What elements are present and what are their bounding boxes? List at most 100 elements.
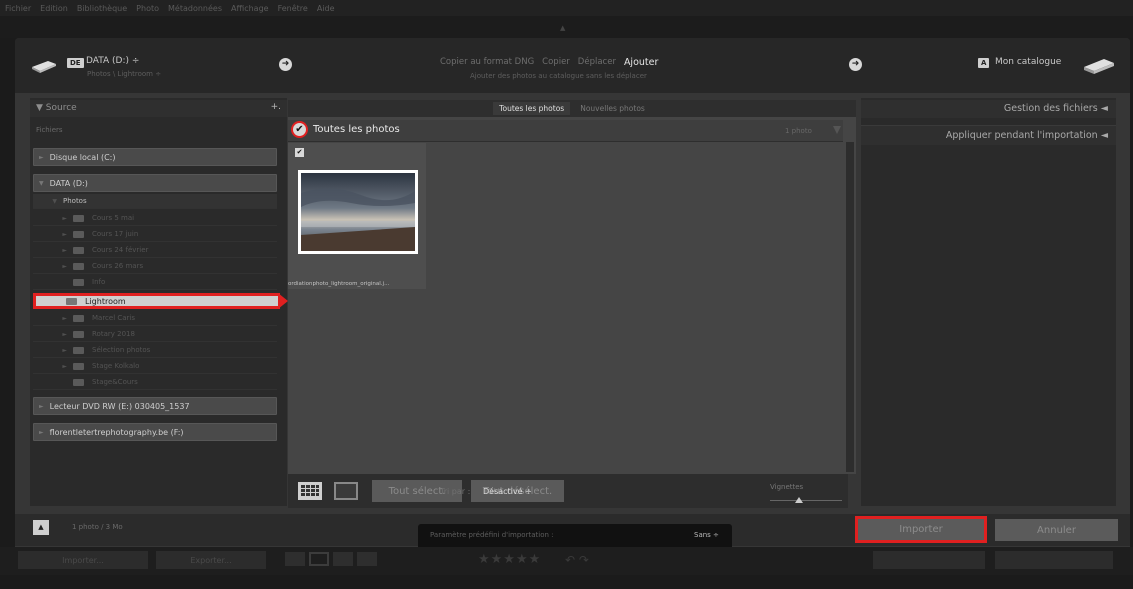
thumbnail-size-slider[interactable]	[770, 500, 842, 501]
folder-item[interactable]: Stage&Cours	[33, 375, 277, 390]
mode-add[interactable]: Ajouter	[624, 57, 658, 68]
library-export-button[interactable]: Exporter...	[156, 551, 266, 569]
menu-photo[interactable]: Photo	[136, 4, 159, 13]
folder-item[interactable]: ► Stage Kolkalo	[33, 359, 277, 374]
background-strip	[0, 16, 1133, 38]
slider-knob[interactable]	[795, 497, 803, 503]
expand-icon: ►	[39, 428, 44, 436]
files-section-label: Fichiers	[36, 126, 63, 134]
folder-label: Cours 5 mai	[92, 214, 135, 222]
arrow-right-icon: ➜	[279, 58, 292, 71]
folder-icon	[73, 230, 84, 238]
menu-aide[interactable]: Aide	[317, 4, 335, 13]
expand-icon: ►	[62, 314, 67, 322]
folder-icon	[73, 346, 84, 354]
source-path[interactable]: Photos \ Lightroom ÷	[87, 70, 161, 78]
import-button[interactable]: Importer	[855, 516, 987, 543]
folder-item[interactable]: ► Cours 24 février	[33, 243, 277, 258]
select-all-checkbox[interactable]: ✔	[291, 121, 308, 138]
import-preset-select[interactable]: Sans ÷	[694, 531, 719, 539]
apply-during-import-header[interactable]: Appliquer pendant l'importation ◄	[861, 125, 1116, 145]
survey-icon[interactable]	[357, 552, 377, 566]
mode-description: Ajouter des photos au catalogue sans les…	[470, 72, 647, 80]
collapse-group-icon[interactable]	[833, 126, 841, 134]
folder-item[interactable]: ► Sélection photos	[33, 343, 277, 358]
menu-metadonnees[interactable]: Métadonnées	[168, 4, 222, 13]
file-handling-header[interactable]: Gestion des fichiers ◄	[861, 100, 1116, 118]
grid-view-icon[interactable]	[298, 482, 322, 500]
folder-item[interactable]: ► Cours 17 juin	[33, 227, 277, 242]
menu-fenetre[interactable]: Fenêtre	[278, 4, 308, 13]
folder-label: Cours 24 février	[92, 246, 149, 254]
drive-d[interactable]: ▼ DATA (D:)	[33, 174, 277, 192]
compare-icon[interactable]	[333, 552, 353, 566]
seascape-image	[301, 173, 415, 251]
folder-item[interactable]: ► Cours 26 mars	[33, 259, 277, 274]
collapse-top-icon[interactable]: ▲	[560, 24, 565, 32]
dest-badge: A	[978, 58, 990, 68]
mode-copy[interactable]: Copier	[542, 57, 570, 68]
menu-fichier[interactable]: Fichier	[5, 4, 31, 13]
right-panel	[861, 98, 1116, 506]
photo-thumbnail[interactable]	[298, 170, 418, 254]
mode-copy-dng[interactable]: Copier au format DNG	[440, 57, 534, 68]
folder-item[interactable]: ► Cours 5 mai	[33, 211, 277, 226]
loupe-icon[interactable]	[309, 552, 329, 566]
cancel-button[interactable]: Annuler	[995, 519, 1118, 541]
photo-checkbox[interactable]: ✔	[295, 148, 304, 157]
expand-icon: ►	[62, 262, 67, 270]
file-handling-title: Gestion des fichiers ◄	[1003, 103, 1108, 114]
mode-move[interactable]: Déplacer	[578, 57, 616, 68]
menu-bibliotheque[interactable]: Bibliothèque	[77, 4, 127, 13]
menu-edition[interactable]: Edition	[40, 4, 68, 13]
add-source-icon[interactable]: +.	[271, 102, 281, 112]
loupe-view-icon[interactable]	[334, 482, 358, 500]
tab-all-photos[interactable]: Toutes les photos	[493, 102, 571, 115]
library-import-button[interactable]: Importer...	[18, 551, 148, 569]
expand-icon: ►	[62, 346, 67, 354]
drive-c[interactable]: ► Disque local (C:)	[33, 148, 277, 166]
drive-e[interactable]: ► Lecteur DVD RW (E:) 030405_1537	[33, 397, 277, 415]
folder-label: Stage&Cours	[92, 378, 138, 386]
folder-label: Rotary 2018	[92, 330, 135, 338]
sort-label: Tri par :	[440, 487, 471, 496]
filmstrip-control[interactable]	[995, 551, 1113, 569]
expand-icon: ►	[62, 214, 67, 222]
folder-item[interactable]: Info	[33, 275, 277, 290]
sort-select[interactable]: Désactivé ÷	[483, 487, 532, 496]
tab-new-photos[interactable]: Nouvelles photos	[574, 102, 651, 115]
grid-scrollbar[interactable]	[846, 142, 854, 472]
rotate-icons[interactable]: ↶ ↷	[565, 553, 589, 567]
grid-icon[interactable]	[285, 552, 305, 566]
arrow-right-icon: ➜	[849, 58, 862, 71]
source-drive-name[interactable]: DATA (D:) ÷	[86, 56, 139, 66]
source-drive-icon	[32, 61, 56, 73]
folder-lightroom-selected[interactable]: Lightroom	[33, 293, 280, 309]
lightroom-window: Fichier Edition Bibliothèque Photo Métad…	[0, 0, 1133, 589]
folder-icon	[73, 330, 84, 338]
expand-icon: ►	[62, 330, 67, 338]
drive-f[interactable]: ► florentletertrephotography.be (F:)	[33, 423, 277, 441]
folder-item[interactable]: ► Marcel Caris	[33, 311, 277, 326]
catalog-drive-icon	[1084, 59, 1114, 74]
filmstrip-control[interactable]	[873, 551, 985, 569]
source-panel-header: ▼ Source +.	[30, 100, 287, 117]
thumbnails-label: Vignettes	[770, 483, 804, 491]
folder-item[interactable]: ► Rotary 2018	[33, 327, 277, 342]
menu-affichage[interactable]: Affichage	[231, 4, 269, 13]
folder-label: Marcel Caris	[92, 314, 136, 322]
filter-tabs: Toutes les photos Nouvelles photos	[288, 100, 856, 117]
view-mode-icons	[285, 552, 393, 568]
source-badge: DE	[67, 58, 84, 68]
collapse-icon: ▼	[39, 179, 44, 187]
folder-icon	[73, 314, 84, 322]
folder-label: Stage Kolkalo	[92, 362, 140, 370]
collapse-icon: ▼	[52, 197, 57, 205]
selection-size: 1 photo / 3 Mo	[72, 523, 123, 531]
folder-icon	[66, 297, 77, 305]
folder-photos[interactable]: ▼ Photos	[33, 194, 277, 209]
rating-stars[interactable]: ★★★★★	[478, 552, 541, 567]
expand-dialog-button[interactable]: ▲	[33, 520, 49, 535]
source-title[interactable]: ▼ Source	[36, 103, 77, 113]
folder-icon	[73, 278, 84, 286]
